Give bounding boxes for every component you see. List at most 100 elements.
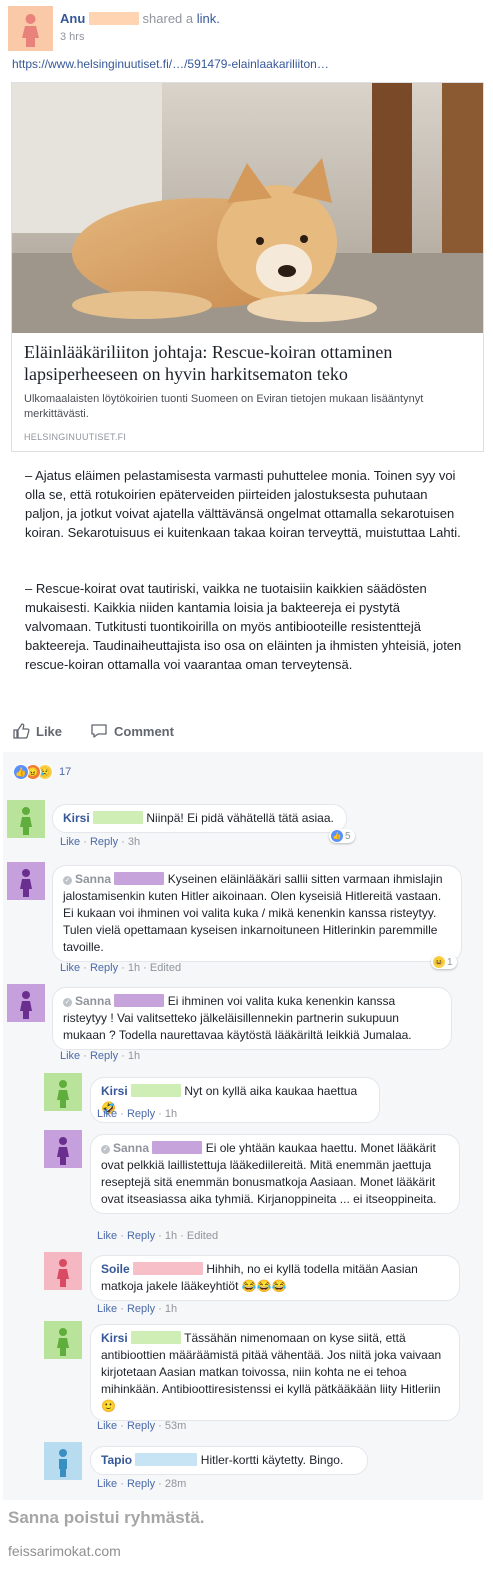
comment-like-link[interactable]: Like <box>60 1050 80 1062</box>
commenter-avatar[interactable] <box>7 984 45 1022</box>
person-icon <box>20 807 32 835</box>
commenter-name[interactable]: Kirsi <box>63 811 90 825</box>
comment-time[interactable]: 28m <box>165 1478 186 1490</box>
comment-time[interactable]: 1h <box>165 1230 177 1242</box>
person-icon <box>57 1137 69 1165</box>
shared-url[interactable]: https://www.helsinginuutiset.fi/…/591479… <box>12 57 329 71</box>
comment-meta: Like · Reply · 28m <box>97 1478 187 1490</box>
comment-reply-link[interactable]: Reply <box>127 1478 155 1490</box>
comment-like-link[interactable]: Like <box>97 1478 117 1490</box>
comment-reply-link[interactable]: Reply <box>127 1230 155 1242</box>
commenter-avatar[interactable] <box>44 1130 82 1168</box>
like-label: Like <box>36 723 63 739</box>
redaction-block <box>88 12 139 25</box>
person-icon <box>22 14 39 47</box>
reaction-badge[interactable]: 😆 1 <box>431 955 457 969</box>
post-author-line: Anu shared a link. <box>60 11 220 26</box>
comment-like-link[interactable]: Like <box>60 962 80 974</box>
comment-label: Comment <box>114 723 174 739</box>
person-icon <box>57 1259 69 1287</box>
commenter-name[interactable]: Kirsi <box>101 1084 128 1098</box>
redaction-block <box>114 994 165 1007</box>
like-icon: 👍 <box>331 830 343 842</box>
reaction-count: 17 <box>59 766 72 778</box>
redaction-block <box>133 1262 204 1275</box>
footer-caption: Sanna poistui ryhmästä. <box>8 1508 205 1527</box>
puppy-photo[interactable] <box>12 83 483 333</box>
commenter-avatar[interactable] <box>44 1321 82 1359</box>
comment-time[interactable]: 1h <box>165 1108 177 1120</box>
comment-time[interactable]: 1h <box>128 1050 140 1062</box>
comment-meta: Like · Reply · 1h <box>97 1303 178 1315</box>
author-name[interactable]: Anu <box>60 11 85 26</box>
reply-bubble: Tapio Hitler-kortti käytetty. Bingo. <box>90 1446 368 1475</box>
person-icon <box>20 991 32 1019</box>
redaction-block <box>135 1453 198 1466</box>
redaction-block <box>131 1331 182 1344</box>
reaction-badge-count: 5 <box>345 830 351 842</box>
comment-meta: Like · Reply · 1h · Edited <box>60 962 182 974</box>
commenter-name[interactable]: Soile <box>101 1262 130 1276</box>
commenter-avatar[interactable] <box>44 1252 82 1290</box>
link-title[interactable]: Eläinlääkäriliiton johtaja: Rescue-koira… <box>24 341 474 385</box>
comment-meta: Like · Reply · 1h <box>60 1050 141 1062</box>
watermark: feissarimokat.com <box>8 1543 121 1559</box>
commenter-avatar[interactable] <box>7 862 45 900</box>
post-timestamp[interactable]: 3 hrs <box>60 31 84 43</box>
comment-reply-link[interactable]: Reply <box>127 1303 155 1315</box>
comment-icon <box>91 724 107 738</box>
commenter-name[interactable]: Tapio <box>101 1453 132 1467</box>
like-button[interactable]: Like <box>12 722 62 740</box>
comment-time[interactable]: 1h <box>165 1303 177 1315</box>
commenter-name[interactable]: Kirsi <box>101 1331 128 1345</box>
comment-text: Niinpä! Ei pidä vähätellä tätä asiaa. <box>146 811 334 825</box>
link-word[interactable]: link. <box>197 11 220 26</box>
comment-reply-link[interactable]: Reply <box>90 836 118 848</box>
comment-like-link[interactable]: Like <box>97 1420 117 1432</box>
post-paragraph: – Ajatus eläimen pelastamisesta varmasti… <box>25 468 461 540</box>
comment-like-link[interactable]: Like <box>97 1108 117 1120</box>
link-description: Ulkomaalaisten löytökoirien tuonti Suome… <box>24 393 424 420</box>
comment-button[interactable]: Comment <box>90 722 174 740</box>
comment-edited[interactable]: Edited <box>187 1230 218 1242</box>
post-paragraph: – Rescue-koirat ovat tautiriski, vaikka … <box>25 581 462 672</box>
comment-like-link[interactable]: Like <box>97 1303 117 1315</box>
redaction-block <box>152 1141 203 1154</box>
comment-time[interactable]: 53m <box>165 1420 186 1432</box>
link-preview-card[interactable]: Eläinlääkäriliiton johtaja: Rescue-koira… <box>11 82 484 452</box>
post-action-bar: Like Comment <box>12 722 482 748</box>
comment-text: Hitler-kortti käytetty. Bingo. <box>200 1453 344 1467</box>
person-icon <box>59 1449 67 1477</box>
comment-reply-link[interactable]: Reply <box>90 962 118 974</box>
person-icon <box>57 1328 69 1356</box>
comment-time[interactable]: 3h <box>128 836 140 848</box>
comment-reply-link[interactable]: Reply <box>127 1108 155 1120</box>
comments-panel: 👍 😠 😢 17 Kirsi Niinpä! Ei pidä vähätellä… <box>3 752 483 1500</box>
commenter-avatar[interactable] <box>7 800 45 838</box>
comment-time[interactable]: 1h <box>128 962 140 974</box>
comment-meta: Like · Reply · 53m <box>97 1420 187 1432</box>
commenter-name[interactable]: Sanna <box>113 1141 149 1155</box>
post-header: Anu shared a link. 3 hrs <box>8 6 486 54</box>
commenter-name[interactable]: Sanna <box>75 994 111 1008</box>
redaction-block <box>114 872 165 885</box>
commenter-name[interactable]: Sanna <box>75 872 111 886</box>
commenter-avatar[interactable] <box>44 1442 82 1480</box>
reply-bubble: Kirsi Tässähän nimenomaan on kyse siitä,… <box>90 1324 460 1421</box>
reactions-summary[interactable]: 👍 😠 😢 17 <box>13 764 71 780</box>
comment-like-link[interactable]: Like <box>97 1230 117 1242</box>
check-icon: ✓ <box>101 1145 110 1154</box>
thumbs-up-icon <box>13 723 30 739</box>
comment-bubble: Kirsi Niinpä! Ei pidä vähätellä tätä asi… <box>52 804 347 833</box>
comment-text: Ei ole yhtään kaukaa haettu. Monet lääkä… <box>101 1141 437 1206</box>
author-avatar[interactable] <box>8 6 53 51</box>
comment-edited[interactable]: Edited <box>150 962 181 974</box>
comment-reply-link[interactable]: Reply <box>127 1420 155 1432</box>
reaction-badge[interactable]: 👍 5 <box>329 829 355 843</box>
reply-bubble: ✓ Sanna Ei ole yhtään kaukaa haettu. Mone… <box>90 1134 460 1214</box>
comment-reply-link[interactable]: Reply <box>90 1050 118 1062</box>
commenter-avatar[interactable] <box>44 1073 82 1111</box>
person-icon <box>20 869 32 897</box>
comment-bubble: ✓ Sanna Kyseinen eläinlääkäri sallii sitt… <box>52 865 462 962</box>
comment-like-link[interactable]: Like <box>60 836 80 848</box>
